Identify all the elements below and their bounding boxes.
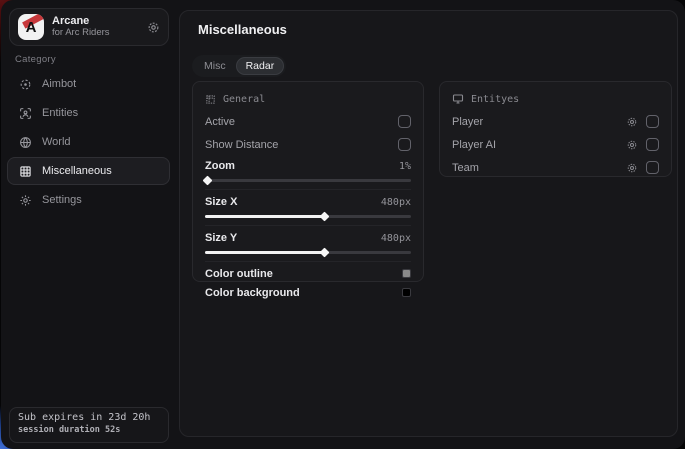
divider bbox=[205, 189, 411, 190]
brand-card: A Arcane for Arc Riders bbox=[9, 8, 169, 46]
tab-radar[interactable]: Radar bbox=[236, 57, 285, 75]
sidebar-item-settings[interactable]: Settings bbox=[7, 186, 170, 214]
brand-subtitle: for Arc Riders bbox=[52, 28, 147, 39]
player-ai-label: Player AI bbox=[452, 139, 496, 151]
row-size-x: Size X 480px bbox=[205, 192, 411, 212]
sidebar-item-label: Miscellaneous bbox=[42, 165, 112, 177]
show-distance-label: Show Distance bbox=[205, 139, 278, 151]
player-checkbox[interactable] bbox=[646, 115, 659, 128]
player-controls bbox=[626, 115, 659, 128]
team-label: Team bbox=[452, 162, 479, 174]
row-size-y: Size Y 480px bbox=[205, 228, 411, 248]
team-checkbox[interactable] bbox=[646, 161, 659, 174]
size-x-slider[interactable] bbox=[205, 215, 411, 218]
show-distance-checkbox[interactable] bbox=[398, 138, 411, 151]
size-y-label: Size Y bbox=[205, 232, 237, 244]
sidebar-item-world[interactable]: World bbox=[7, 128, 170, 156]
size-x-slider-thumb[interactable] bbox=[320, 212, 330, 222]
row-team: Team bbox=[452, 156, 659, 179]
main-panel: Miscellaneous Misc Radar General Active … bbox=[179, 10, 678, 437]
sidebar-item-label: Entities bbox=[42, 107, 78, 119]
team-gear-icon[interactable] bbox=[626, 162, 638, 174]
player-ai-controls bbox=[626, 138, 659, 151]
sidebar-item-entities[interactable]: Entities bbox=[7, 99, 170, 127]
color-background-label: Color background bbox=[205, 287, 300, 299]
divider bbox=[205, 225, 411, 226]
size-x-label: Size X bbox=[205, 196, 237, 208]
scan-person-icon bbox=[18, 106, 32, 120]
size-y-slider-thumb[interactable] bbox=[320, 248, 330, 258]
panel-grid-icon bbox=[205, 94, 216, 105]
team-controls bbox=[626, 161, 659, 174]
brand-name: Arcane bbox=[52, 15, 147, 28]
zoom-value: 1% bbox=[399, 161, 411, 172]
sub-expiry-text: Sub expires in 23d 20h bbox=[18, 412, 160, 423]
size-y-value: 480px bbox=[381, 233, 411, 244]
zoom-label: Zoom bbox=[205, 160, 235, 172]
entities-card-title: Entityes bbox=[471, 94, 519, 105]
zoom-slider-thumb[interactable] bbox=[203, 176, 213, 186]
sidebar-nav: Aimbot Entities World bbox=[7, 70, 170, 215]
row-zoom: Zoom 1% bbox=[205, 156, 411, 176]
general-card-header: General bbox=[205, 90, 411, 108]
zoom-slider-fill bbox=[205, 179, 207, 182]
general-card: General Active Show Distance Zoom 1% bbox=[192, 81, 424, 282]
divider bbox=[205, 261, 411, 262]
tab-misc[interactable]: Misc bbox=[194, 57, 236, 75]
page-title: Miscellaneous bbox=[198, 22, 287, 37]
brand-logo: A bbox=[18, 14, 44, 40]
app-window: A Arcane for Arc Riders Category Aim bbox=[1, 0, 685, 449]
tab-bar: Misc Radar bbox=[192, 55, 286, 77]
sidebar: A Arcane for Arc Riders Category Aim bbox=[1, 0, 176, 449]
gear-icon bbox=[18, 193, 32, 207]
player-label: Player bbox=[452, 116, 483, 128]
size-y-slider-fill bbox=[205, 251, 324, 254]
row-player-ai: Player AI bbox=[452, 133, 659, 156]
active-label: Active bbox=[205, 116, 235, 128]
row-color-outline: Color outline bbox=[205, 264, 411, 283]
row-player: Player bbox=[452, 110, 659, 133]
brand-text: Arcane for Arc Riders bbox=[52, 15, 147, 39]
globe-icon bbox=[18, 135, 32, 149]
entities-card-header: Entityes bbox=[452, 90, 659, 108]
color-background-swatch[interactable] bbox=[402, 288, 411, 297]
size-y-slider[interactable] bbox=[205, 251, 411, 254]
row-color-background: Color background bbox=[205, 283, 411, 302]
active-checkbox[interactable] bbox=[398, 115, 411, 128]
category-label: Category bbox=[15, 54, 56, 65]
session-duration-text: session duration 52s bbox=[18, 425, 160, 435]
sidebar-item-label: Settings bbox=[42, 194, 82, 206]
monitor-icon bbox=[452, 93, 464, 105]
size-x-value: 480px bbox=[381, 197, 411, 208]
general-card-title: General bbox=[223, 94, 265, 105]
sidebar-item-miscellaneous[interactable]: Miscellaneous bbox=[7, 157, 170, 185]
player-gear-icon[interactable] bbox=[626, 116, 638, 128]
row-show-distance: Show Distance bbox=[205, 133, 411, 156]
sidebar-item-label: Aimbot bbox=[42, 78, 76, 90]
color-outline-swatch[interactable] bbox=[402, 269, 411, 278]
size-x-slider-fill bbox=[205, 215, 324, 218]
row-active: Active bbox=[205, 110, 411, 133]
color-outline-label: Color outline bbox=[205, 268, 273, 280]
zoom-slider[interactable] bbox=[205, 179, 411, 182]
sidebar-item-aimbot[interactable]: Aimbot bbox=[7, 70, 170, 98]
player-ai-checkbox[interactable] bbox=[646, 138, 659, 151]
logo-initial: A bbox=[26, 19, 37, 36]
grid-icon bbox=[18, 164, 32, 178]
sidebar-item-label: World bbox=[42, 136, 71, 148]
subscription-card: Sub expires in 23d 20h session duration … bbox=[9, 407, 169, 443]
entities-card: Entityes Player Player AI bbox=[439, 81, 672, 177]
sync-icon[interactable] bbox=[147, 21, 160, 34]
player-ai-gear-icon[interactable] bbox=[626, 139, 638, 151]
crosshair-icon bbox=[18, 77, 32, 91]
